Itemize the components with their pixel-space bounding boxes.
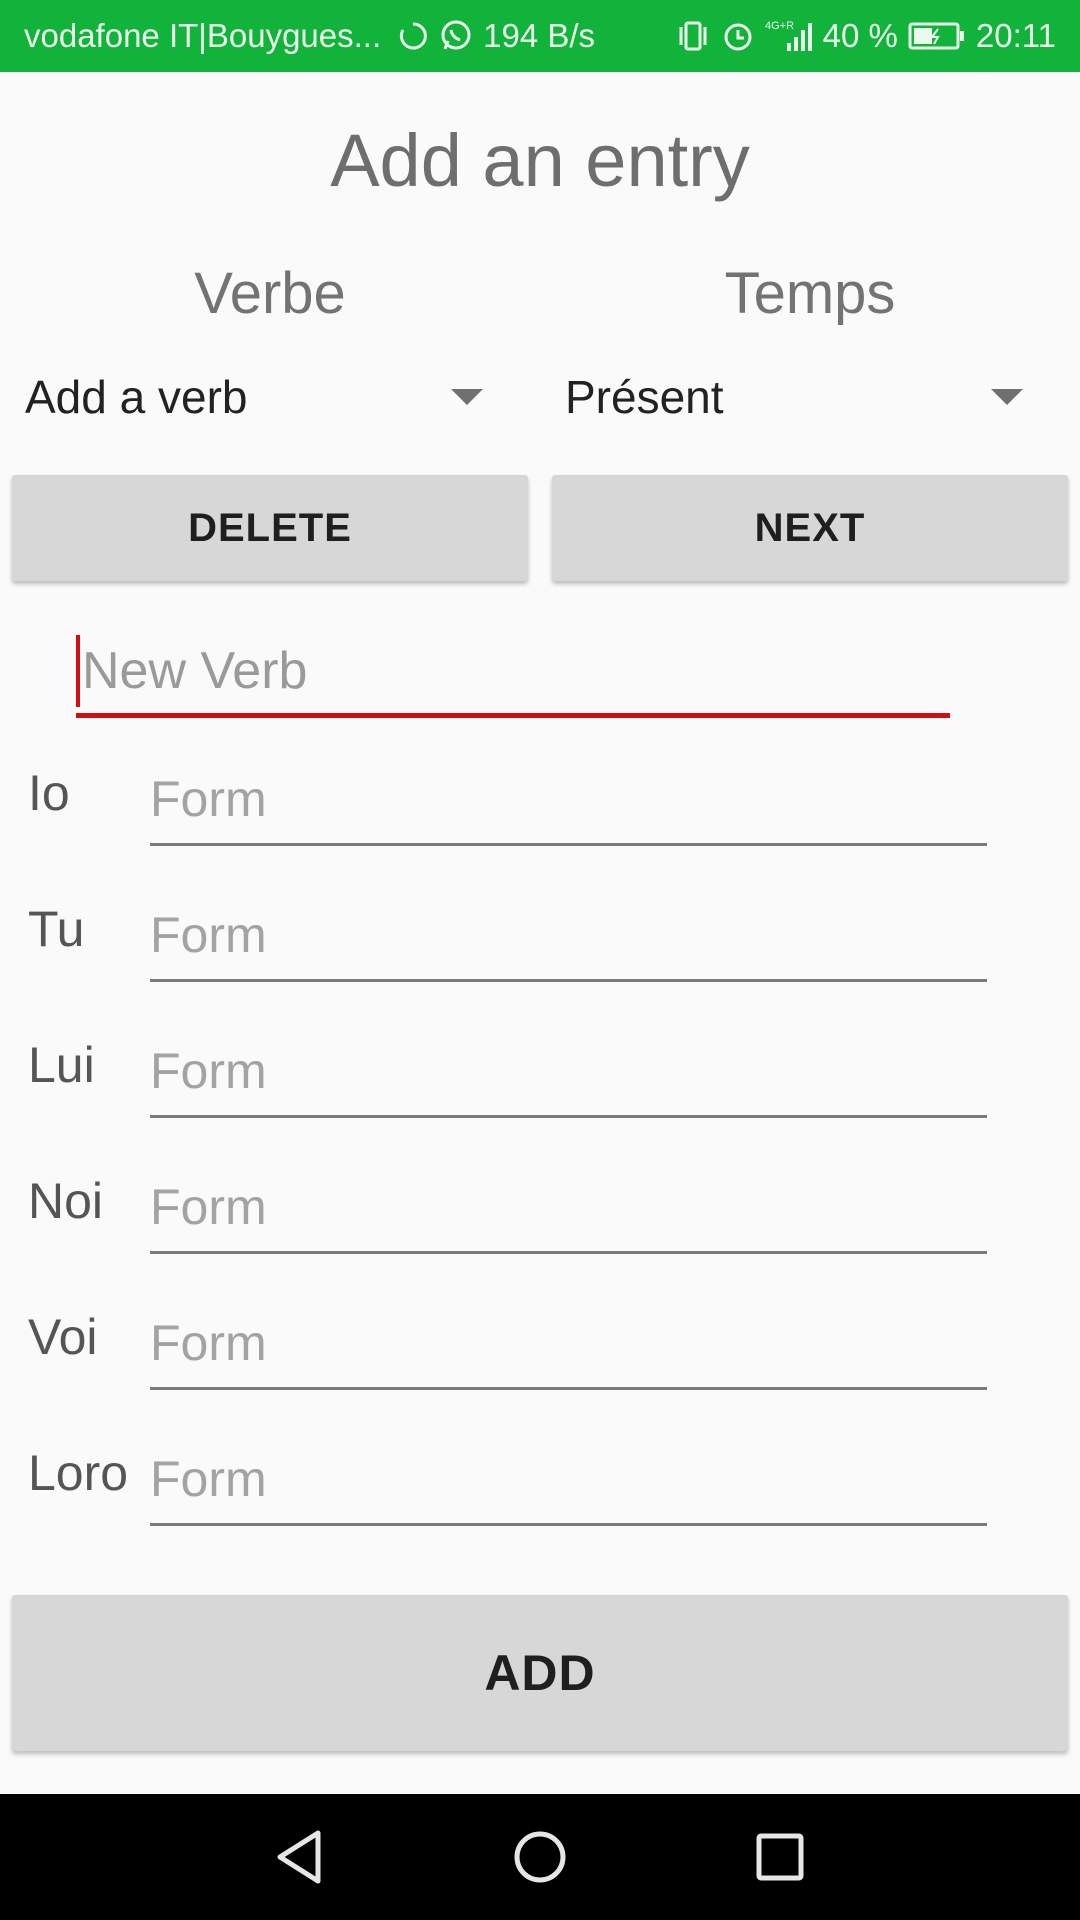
delete-button[interactable]: DELETE xyxy=(12,475,528,581)
form-row-io: Io Form xyxy=(0,746,1080,846)
page-title: Add an entry xyxy=(330,119,750,202)
pronoun-label: Lui xyxy=(28,1037,95,1093)
whatsapp-icon xyxy=(439,19,473,53)
status-bar: vodafone IT|Bouygues... 194 B/s 4G+R 40 … xyxy=(0,0,1080,72)
pronoun-label: Io xyxy=(28,765,70,821)
form-row-loro: Loro Form xyxy=(0,1426,1080,1526)
form-input[interactable]: Form xyxy=(150,1426,987,1526)
form-input[interactable]: Form xyxy=(150,1154,987,1254)
form-row-voi: Voi Form xyxy=(0,1290,1080,1390)
recents-icon[interactable] xyxy=(750,1827,810,1892)
tense-spinner-value: Présent xyxy=(565,371,724,423)
alarm-icon xyxy=(721,19,755,53)
dropdown-arrow-icon xyxy=(451,389,483,405)
battery-charging-icon xyxy=(908,21,966,51)
battery-percent: 40 % xyxy=(822,17,898,54)
pronoun-label: Tu xyxy=(28,901,85,957)
pronoun-label: Noi xyxy=(28,1173,104,1229)
form-placeholder: Form xyxy=(150,1042,267,1099)
pronoun-label: Loro xyxy=(28,1445,129,1501)
form-placeholder: Form xyxy=(150,1450,267,1507)
back-icon[interactable] xyxy=(270,1827,330,1892)
form-input[interactable]: Form xyxy=(150,746,987,846)
form-row-tu: Tu Form xyxy=(0,882,1080,982)
form-input[interactable]: Form xyxy=(150,882,987,982)
form-placeholder: Form xyxy=(150,1178,267,1235)
carrier-name: vodafone IT|Bouygues... xyxy=(24,17,382,54)
verb-spinner-value: Add a verb xyxy=(25,371,248,423)
add-button[interactable]: ADD xyxy=(12,1595,1068,1751)
new-verb-placeholder: New Verb xyxy=(82,641,308,700)
network-speed: 194 B/s xyxy=(483,17,596,54)
network-type: 4G+R xyxy=(765,20,794,32)
form-row-lui: Lui Form xyxy=(0,1018,1080,1118)
form-placeholder: Form xyxy=(150,1314,267,1371)
home-icon[interactable] xyxy=(510,1827,570,1892)
form-placeholder: Form xyxy=(150,770,267,827)
dropdown-arrow-icon xyxy=(991,389,1023,405)
verb-spinner[interactable]: Add a verb xyxy=(25,360,505,434)
form-placeholder: Form xyxy=(150,906,267,963)
form-input[interactable]: Form xyxy=(150,1290,987,1390)
tense-spinner[interactable]: Présent xyxy=(565,360,1045,434)
sync-icon xyxy=(397,20,429,52)
pronoun-label: Voi xyxy=(28,1309,98,1365)
new-verb-input[interactable]: New Verb xyxy=(76,628,950,718)
form-row-noi: Noi Form xyxy=(0,1154,1080,1254)
tense-header: Temps xyxy=(724,261,896,326)
navigation-bar xyxy=(0,1794,1080,1920)
verb-header: Verbe xyxy=(194,261,346,326)
clock: 20:11 xyxy=(975,17,1056,54)
vibrate-icon xyxy=(675,19,711,53)
form-input[interactable]: Form xyxy=(150,1018,987,1118)
text-cursor xyxy=(76,634,80,707)
signal-icon: 4G+R xyxy=(765,19,813,53)
next-button[interactable]: NEXT xyxy=(552,475,1068,581)
